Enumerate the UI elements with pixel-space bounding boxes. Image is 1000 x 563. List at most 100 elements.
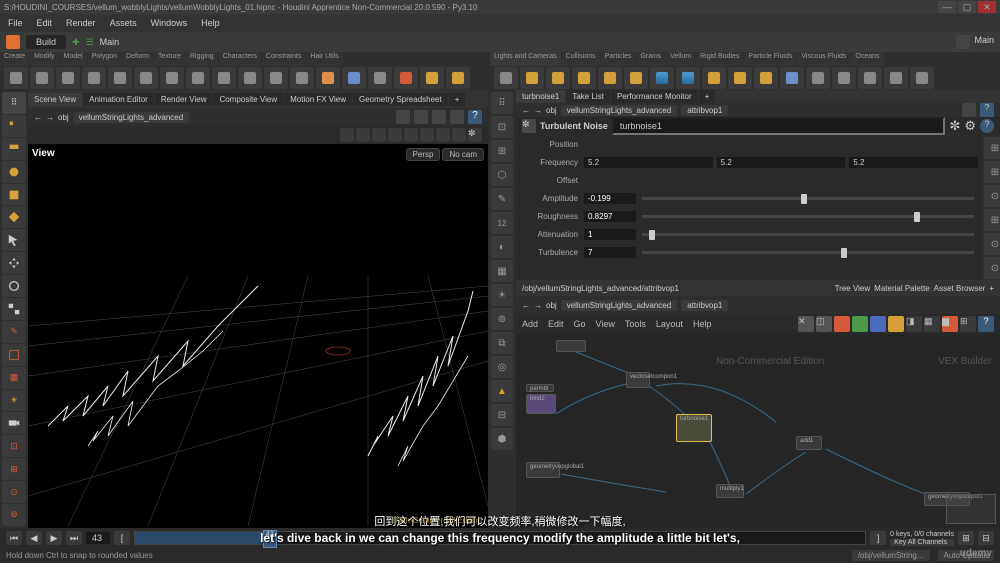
param-side-icon[interactable]: ⊙ [984, 185, 1000, 207]
tab-motionfx[interactable]: Motion FX View [284, 93, 352, 106]
tab-composite[interactable]: Composite View [213, 93, 283, 106]
shelf-tube-icon[interactable] [56, 67, 80, 89]
shelf-spray-icon[interactable] [316, 67, 340, 89]
help-icon[interactable]: ? [468, 110, 482, 124]
chan-icon[interactable]: ⊟ [978, 531, 994, 545]
param-side-icon[interactable]: ⊞ [984, 161, 1000, 183]
turbulence-slider[interactable] [642, 251, 974, 254]
param-tab[interactable]: Performance Monitor [611, 90, 698, 103]
net-tools[interactable]: Tools [625, 319, 646, 329]
shelf-tab[interactable]: Create [0, 52, 29, 66]
param-side-icon[interactable]: ⊞ [984, 137, 1000, 159]
play-next-icon[interactable]: ▶ [46, 531, 62, 545]
bread-obj[interactable]: obj [546, 106, 557, 115]
help-icon[interactable]: ? [980, 119, 994, 133]
shelf-tab[interactable]: Constraints [262, 52, 305, 66]
view-tool-icon[interactable] [2, 184, 26, 206]
shelf-tab[interactable]: Viscous Fluids [797, 52, 850, 66]
net-tool-icon[interactable]: ▆ [942, 316, 958, 332]
freq-x-input[interactable]: 5.2 [584, 157, 713, 168]
menu-edit[interactable]: Edit [37, 18, 53, 28]
net-go[interactable]: Go [574, 319, 586, 329]
node-add1[interactable]: add1 [796, 436, 822, 450]
shelf-platonic-icon[interactable] [290, 67, 314, 89]
net-tool-icon[interactable] [870, 316, 886, 332]
vp-tool-icon[interactable] [452, 128, 466, 142]
node-vectoset[interactable]: vectosetcompon1 [626, 372, 650, 388]
shelf-camera-icon[interactable] [494, 67, 518, 89]
tab-matpal[interactable]: Material Palette [874, 284, 930, 293]
shelf-curve-icon[interactable] [212, 67, 236, 89]
snap-tool-icon[interactable]: ⊡ [2, 435, 26, 457]
display-icon[interactable]: 12 [491, 212, 513, 234]
frame-field[interactable]: 43 [86, 532, 110, 544]
bread-sub[interactable]: attribvop1 [681, 105, 728, 116]
tab-tree[interactable]: Tree View [835, 284, 871, 293]
chan-icon[interactable]: ⊞ [958, 531, 974, 545]
menu-render[interactable]: Render [66, 18, 96, 28]
menu-help[interactable]: Help [201, 18, 220, 28]
shelf-font-icon[interactable] [264, 67, 288, 89]
param-side-icon[interactable]: ⊙ [984, 257, 1000, 279]
shelf-distant-icon[interactable] [624, 67, 648, 89]
minimize-button[interactable]: — [938, 1, 956, 13]
display-icon[interactable]: ⊟ [491, 404, 513, 426]
shelf-circle-icon[interactable] [186, 67, 210, 89]
handle-icon[interactable]: ⠿ [2, 92, 26, 114]
net-tool-icon[interactable] [852, 316, 868, 332]
node-multiply1[interactable]: multiply1 [716, 484, 744, 498]
play-prev-icon[interactable]: ◀ [26, 531, 42, 545]
net-tool-icon[interactable]: ◫ [816, 316, 832, 332]
camera-tool-icon[interactable] [2, 412, 26, 434]
tab-asset[interactable]: Asset Browser [934, 284, 986, 293]
shelf-line-icon[interactable] [160, 67, 184, 89]
minimap[interactable] [946, 494, 996, 524]
view-tool-icon[interactable] [2, 161, 26, 183]
display-icon[interactable]: ☀ [491, 284, 513, 306]
shelf-tab[interactable]: Rigid Bodies [696, 52, 743, 66]
shelf-caustic-icon[interactable] [728, 67, 752, 89]
menu-assets[interactable]: Assets [110, 18, 137, 28]
bracket-icon[interactable]: ] [870, 531, 886, 545]
amplitude-slider[interactable] [642, 197, 974, 200]
net-tool-icon[interactable] [888, 316, 904, 332]
bread-node[interactable]: vellumStringLights_advanced [561, 300, 678, 311]
display-icon[interactable]: ⊚ [491, 308, 513, 330]
shelf-tab[interactable]: Polygon [88, 52, 121, 66]
nav-back-icon[interactable]: ← [522, 301, 530, 310]
display-icon[interactable]: ⊡ [491, 116, 513, 138]
shelf-tab[interactable]: Grains [636, 52, 665, 66]
net-help-icon[interactable]: ? [978, 316, 994, 332]
keyall-button[interactable]: Key All Channels [890, 539, 954, 546]
menu-windows[interactable]: Windows [151, 18, 188, 28]
viewport[interactable]: View Persp No cam Non [28, 144, 488, 528]
shelf-tab[interactable]: Characters [219, 52, 261, 66]
main-icon[interactable]: ☰ [86, 37, 94, 48]
shelf-pointlight-icon[interactable] [520, 67, 544, 89]
net-help[interactable]: Help [693, 319, 712, 329]
param-side-icon[interactable]: ⊙ [984, 233, 1000, 255]
net-layout[interactable]: Layout [656, 319, 683, 329]
shelf-portal-icon[interactable] [780, 67, 804, 89]
menu-file[interactable]: File [8, 18, 23, 28]
bread-node[interactable]: vellumStringLights_advanced [73, 112, 190, 123]
shelf-helix-icon[interactable] [446, 67, 470, 89]
shelf-path-icon[interactable] [238, 67, 262, 89]
bread-obj[interactable]: obj [58, 113, 69, 122]
shelf-box-icon[interactable] [4, 67, 28, 89]
shelf-tab[interactable]: Modify [30, 52, 59, 66]
shelf-spotlight-icon[interactable] [546, 67, 570, 89]
maximize-button[interactable]: ▢ [958, 1, 976, 13]
net-tool-icon[interactable]: ✕ [798, 316, 814, 332]
node-input[interactable] [556, 340, 586, 352]
pin-icon[interactable] [396, 110, 410, 124]
scale-tool-icon[interactable] [2, 298, 26, 320]
attenuation-slider[interactable] [642, 233, 974, 236]
add-icon[interactable]: ✚ [72, 37, 80, 48]
display-icon[interactable]: ✎ [491, 188, 513, 210]
shelf-metaball-icon[interactable] [368, 67, 392, 89]
net-tool-icon[interactable]: ▦ [924, 316, 940, 332]
param-tab[interactable]: Take List [566, 90, 610, 103]
shelf-stereo-icon[interactable] [858, 67, 882, 89]
net-tool-icon[interactable]: ⊞ [960, 316, 976, 332]
